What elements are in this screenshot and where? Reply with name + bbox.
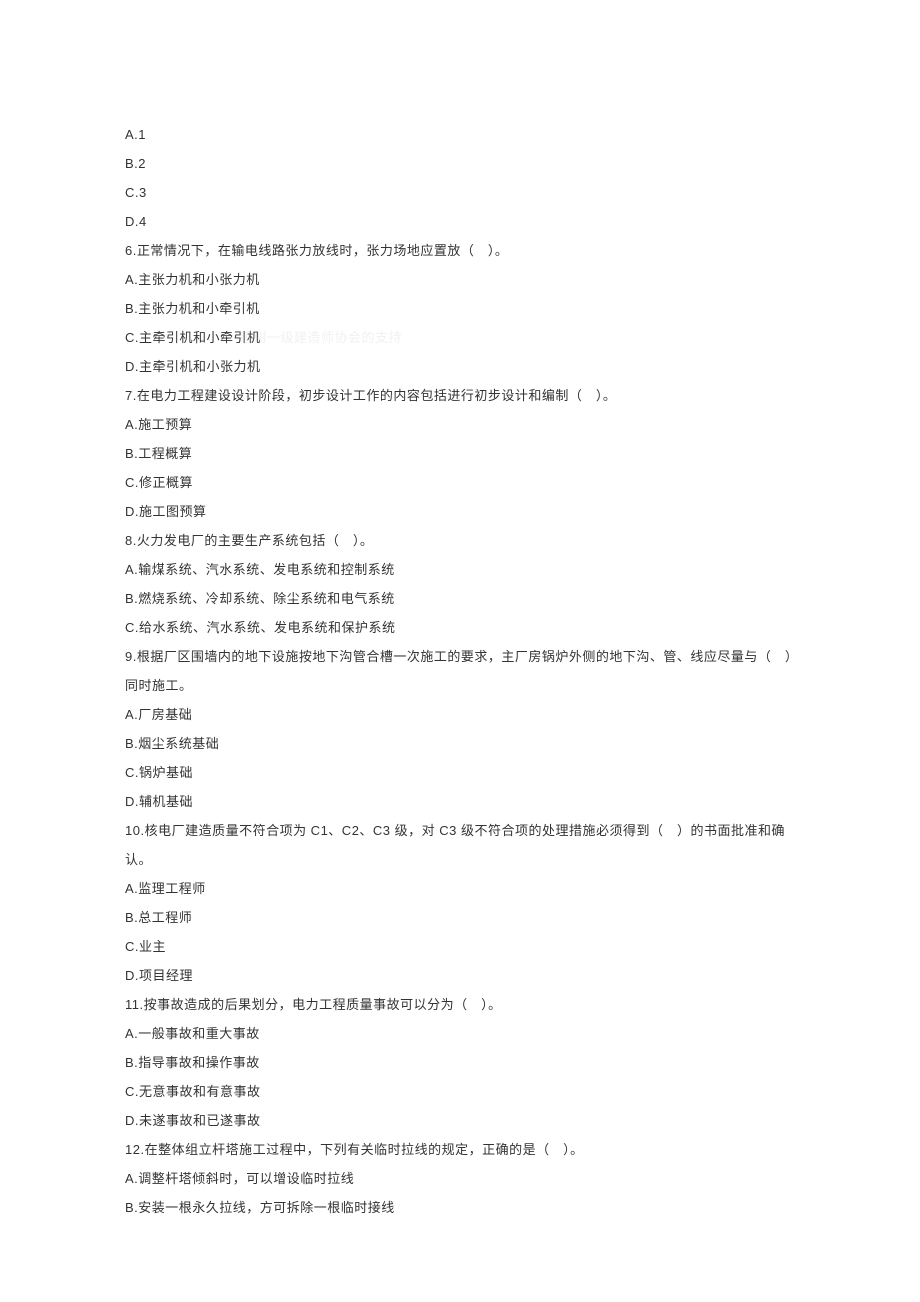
text-line: C.3 — [125, 178, 795, 207]
text-line: B.烟尘系统基础 — [125, 729, 795, 758]
text-line: C.无意事故和有意事故 — [125, 1077, 795, 1106]
text-line: C.给水系统、汽水系统、发电系统和保护系统 — [125, 613, 795, 642]
text-line: A.监理工程师 — [125, 874, 795, 903]
text-line: B.2 — [125, 149, 795, 178]
text-line: D.辅机基础 — [125, 787, 795, 816]
text-line: 6.正常情况下，在输电线路张力放线时，张力场地应置放（ ）。 — [125, 236, 795, 265]
text-line: A.一般事故和重大事故 — [125, 1019, 795, 1048]
text-line: B.总工程师 — [125, 903, 795, 932]
text-line: D.施工图预算 — [125, 497, 795, 526]
text-line: B.指导事故和操作事故 — [125, 1048, 795, 1077]
text-line: A.主张力机和小张力机 — [125, 265, 795, 294]
text-line: B.安装一根永久拉线，方可拆除一根临时接线 — [125, 1193, 795, 1222]
text-line: D.项目经理 — [125, 961, 795, 990]
text-line: 8.火力发电厂的主要生产系统包括（ ）。 — [125, 526, 795, 555]
text-line: 9.根据厂区围墙内的地下设施按地下沟管合槽一次施工的要求，主厂房锅炉外侧的地下沟… — [125, 642, 795, 700]
text-line: A.调整杆塔倾斜时，可以增设临时拉线 — [125, 1164, 795, 1193]
text-line: A.施工预算 — [125, 410, 795, 439]
text-line: C.业主 — [125, 932, 795, 961]
text-line: B.燃烧系统、冷却系统、除尘系统和电气系统 — [125, 584, 795, 613]
text-line: C.主牵引机和小牵引机 — [125, 323, 795, 352]
text-line: C.修正概算 — [125, 468, 795, 497]
text-line: 10.核电厂建造质量不符合项为 C1、C2、C3 级，对 C3 级不符合项的处理… — [125, 816, 795, 874]
text-line: 12.在整体组立杆塔施工过程中，下列有关临时拉线的规定，正确的是（ ）。 — [125, 1135, 795, 1164]
text-line: D.主牵引机和小张力机 — [125, 352, 795, 381]
text-line: 7.在电力工程建设设计阶段，初步设计工作的内容包括进行初步设计和编制（ ）。 — [125, 381, 795, 410]
text-line: 11.按事故造成的后果划分，电力工程质量事故可以分为（ ）。 — [125, 990, 795, 1019]
text-line: D.未遂事故和已遂事故 — [125, 1106, 795, 1135]
text-line: D.4 — [125, 207, 795, 236]
text-line: A.1 — [125, 120, 795, 149]
text-line: B.工程概算 — [125, 439, 795, 468]
document-body: A.1B.2C.3D.46.正常情况下，在输电线路张力放线时，张力场地应置放（ … — [125, 120, 795, 1222]
text-line: A.输煤系统、汽水系统、发电系统和控制系统 — [125, 555, 795, 584]
text-line: B.主张力机和小牵引机 — [125, 294, 795, 323]
text-line: A.厂房基础 — [125, 700, 795, 729]
text-line: C.锅炉基础 — [125, 758, 795, 787]
